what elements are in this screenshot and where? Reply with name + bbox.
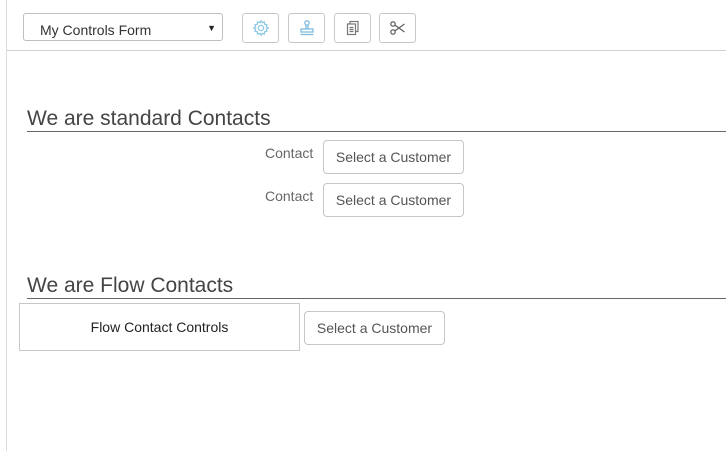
cut-button[interactable] <box>379 13 416 43</box>
gear-icon <box>252 19 270 37</box>
chevron-down-icon: ▼ <box>207 23 216 33</box>
stamp-button[interactable] <box>288 13 325 43</box>
scissors-icon <box>389 19 407 37</box>
standard-contacts-heading: We are standard Contacts <box>27 107 726 132</box>
stamp-icon <box>298 19 316 37</box>
copy-button[interactable] <box>334 13 371 43</box>
toolbar: My Controls Form ▼ <box>7 0 726 51</box>
settings-button[interactable] <box>242 13 279 43</box>
copy-icon <box>344 19 362 37</box>
select-customer-button[interactable]: Select a Customer <box>304 311 445 345</box>
left-edge-divider <box>6 0 7 451</box>
select-customer-button[interactable]: Select a Customer <box>323 183 464 217</box>
flow-contacts-heading: We are Flow Contacts <box>27 274 726 299</box>
form-select-value: My Controls Form <box>40 22 152 38</box>
contact-label: Contact <box>265 188 314 204</box>
app-frame: My Controls Form ▼ We are standard Conta… <box>0 0 726 451</box>
select-customer-button[interactable]: Select a Customer <box>323 140 464 174</box>
flow-contact-controls: Flow Contact Controls <box>19 303 300 351</box>
contact-label: Contact <box>265 145 314 161</box>
form-select[interactable]: My Controls Form ▼ <box>23 13 223 41</box>
